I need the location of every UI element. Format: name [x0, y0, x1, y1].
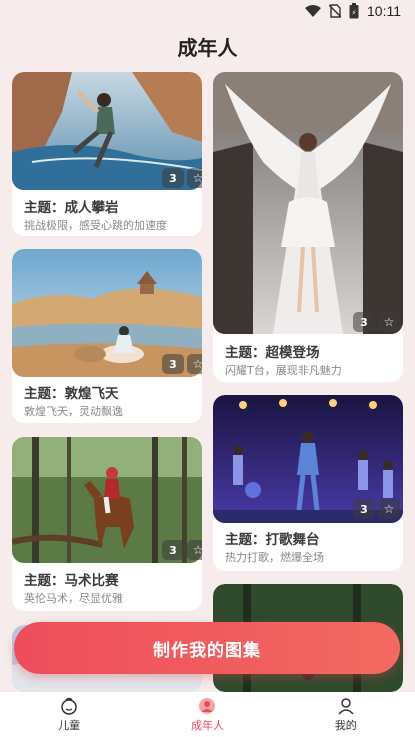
nav-label: 成年人	[190, 718, 224, 732]
adult-avatar-icon	[199, 697, 216, 714]
status-bar: ⚡ 10:11	[0, 0, 415, 24]
theme-card-equestrian[interactable]: 3 ☆ 主题：马术比赛 英伦马术，尽显优雅	[12, 437, 202, 611]
image-count-badge: 3	[162, 540, 184, 560]
star-icon[interactable]: ☆	[378, 499, 400, 519]
create-album-button[interactable]: 制作我的图集	[14, 622, 400, 674]
svg-text:⚡: ⚡	[352, 9, 357, 17]
star-icon[interactable]: ☆	[187, 540, 202, 560]
card-title: 主题：成人攀岩	[24, 200, 119, 216]
image-count-badge: 3	[162, 168, 184, 188]
card-title: 主题：超模登场	[225, 345, 320, 361]
kid-face-icon	[61, 697, 77, 715]
bottom-nav: 儿童 成年人 我的	[0, 692, 415, 737]
image-count-badge: 3	[353, 499, 375, 519]
card-subtitle: 挑战极限，感受心跳的加速度	[24, 219, 167, 232]
star-icon[interactable]: ☆	[187, 354, 202, 374]
star-icon[interactable]: ☆	[378, 312, 400, 332]
no-sim-icon	[329, 4, 341, 18]
card-subtitle: 英伦马术，尽显优雅	[24, 592, 123, 605]
theme-card-concert[interactable]: 3 ☆ 主题：打歌舞台 热力打歌，燃爆全场	[213, 395, 403, 571]
card-title: 主题：马术比赛	[24, 573, 119, 589]
nav-label: 儿童	[58, 718, 81, 732]
nav-item-adults[interactable]: 成年人	[138, 692, 276, 737]
header: 成年人	[0, 24, 415, 68]
card-title: 主题：打歌舞台	[225, 532, 320, 548]
card-subtitle: 热力打歌，燃爆全场	[225, 551, 324, 564]
person-icon	[338, 697, 354, 715]
card-image	[213, 72, 403, 334]
image-count-badge: 3	[162, 354, 184, 374]
card-title: 主题：敦煌飞天	[24, 386, 119, 402]
star-icon[interactable]: ☆	[187, 168, 202, 188]
image-count-badge: 3	[353, 312, 375, 332]
nav-label: 我的	[334, 718, 357, 732]
nav-item-me[interactable]: 我的	[277, 692, 415, 737]
card-subtitle: 闪耀T台，展现非凡魅力	[225, 364, 342, 377]
theme-card-climbing[interactable]: 3 ☆ 主题：成人攀岩 挑战极限，感受心跳的加速度	[12, 72, 202, 236]
clock: 10:11	[367, 3, 401, 19]
page-title: 成年人	[177, 35, 238, 60]
card-subtitle: 敦煌飞天，灵动飘逸	[24, 405, 123, 418]
nav-item-kids[interactable]: 儿童	[0, 692, 138, 737]
theme-card-runway[interactable]: 3 ☆ 主题：超模登场 闪耀T台，展现非凡魅力	[213, 72, 403, 382]
theme-card-dunhuang[interactable]: 3 ☆ 主题：敦煌飞天 敦煌飞天，灵动飘逸	[12, 249, 202, 423]
battery-icon: ⚡	[349, 3, 359, 19]
wifi-icon	[305, 5, 321, 17]
